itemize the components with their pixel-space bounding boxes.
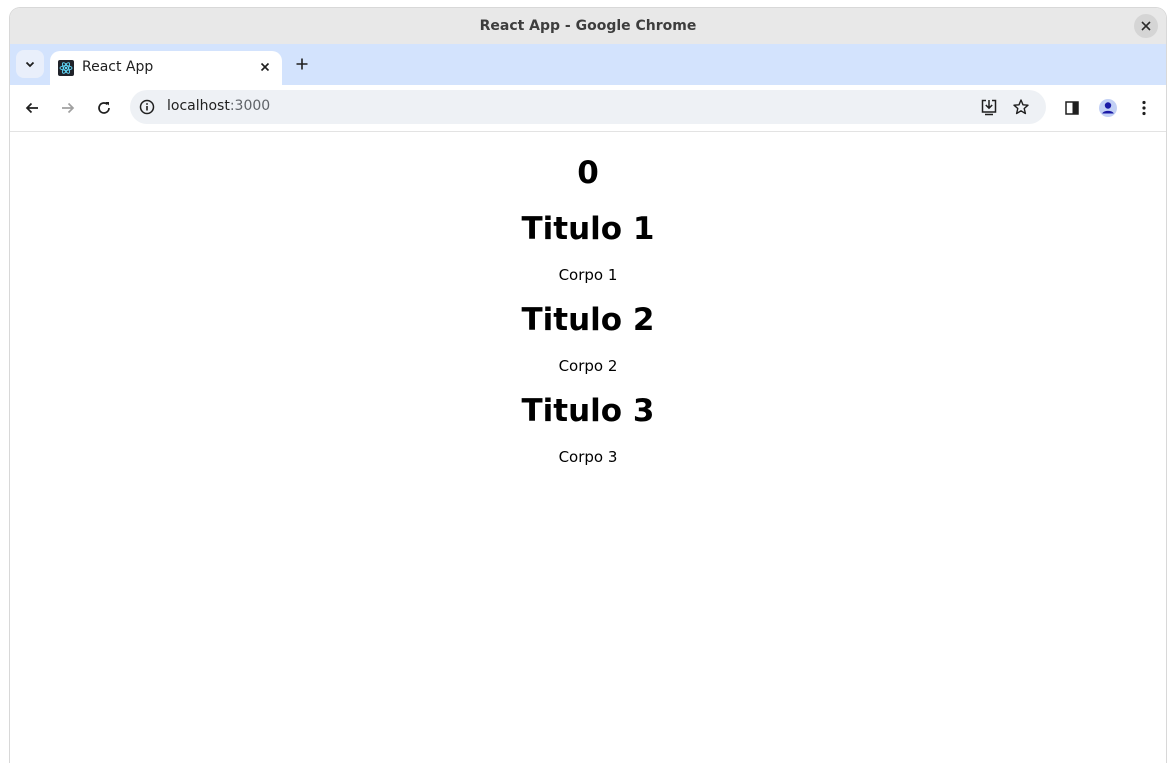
- post-body: Corpo 3: [558, 448, 618, 466]
- post-item: Titulo 3 Corpo 3: [10, 390, 1166, 467]
- tab-react-app[interactable]: React App: [50, 51, 282, 85]
- chevron-down-icon: [25, 61, 35, 68]
- toolbar: localhost:3000: [10, 85, 1166, 132]
- post-item: Titulo 1 Corpo 1: [10, 208, 1166, 285]
- site-info-button[interactable]: [138, 98, 156, 116]
- tab-search-button[interactable]: [16, 50, 44, 78]
- url-text[interactable]: localhost:3000: [167, 98, 270, 114]
- side-panel-button[interactable]: [1060, 96, 1084, 120]
- kebab-menu-icon: [1142, 100, 1146, 116]
- window-title: React App - Google Chrome: [479, 18, 697, 34]
- counter-heading: 0: [577, 155, 599, 191]
- new-tab-button[interactable]: [290, 52, 314, 76]
- title-bar: React App - Google Chrome: [10, 8, 1166, 44]
- post-body: Corpo 2: [558, 357, 618, 375]
- arrow-right-icon: [62, 102, 75, 114]
- side-panel-icon: [1065, 101, 1079, 115]
- url-host: localhost: [167, 98, 230, 114]
- react-logo-icon: [58, 60, 74, 76]
- forward-button[interactable]: [56, 96, 80, 120]
- post-title: Titulo 1: [521, 211, 655, 247]
- tab-strip: React App: [10, 44, 1166, 85]
- post-title: Titulo 2: [521, 302, 655, 338]
- plus-icon: [296, 58, 308, 70]
- browser-window: React App - Google Chrome React App loca…: [10, 8, 1166, 763]
- profile-button[interactable]: [1096, 96, 1120, 120]
- tab-label: React App: [82, 59, 154, 75]
- star-icon: [1013, 99, 1029, 115]
- arrow-left-icon: [25, 102, 38, 114]
- post-title: Titulo 3: [521, 393, 655, 429]
- reload-icon: [98, 102, 110, 114]
- reload-button[interactable]: [92, 96, 116, 120]
- tab-close-button[interactable]: [256, 58, 274, 76]
- address-bar[interactable]: localhost:3000: [130, 90, 1046, 124]
- post-item: Titulo 2 Corpo 2: [10, 299, 1166, 376]
- close-icon: [260, 62, 270, 72]
- post-body: Corpo 1: [558, 266, 618, 284]
- bookmark-button[interactable]: [1010, 96, 1032, 118]
- profile-icon: [1099, 99, 1117, 117]
- back-button[interactable]: [20, 96, 44, 120]
- close-icon: [1141, 21, 1151, 31]
- url-port: :3000: [229, 98, 271, 114]
- install-app-icon: [981, 99, 997, 116]
- chrome-menu-button[interactable]: [1132, 96, 1156, 120]
- page-content: 0 Titulo 1 Corpo 1 Titulo 2 Corpo 2 Titu…: [10, 152, 1166, 467]
- info-icon: [139, 99, 155, 115]
- install-app-button[interactable]: [978, 96, 1000, 118]
- window-close-button[interactable]: [1134, 14, 1158, 38]
